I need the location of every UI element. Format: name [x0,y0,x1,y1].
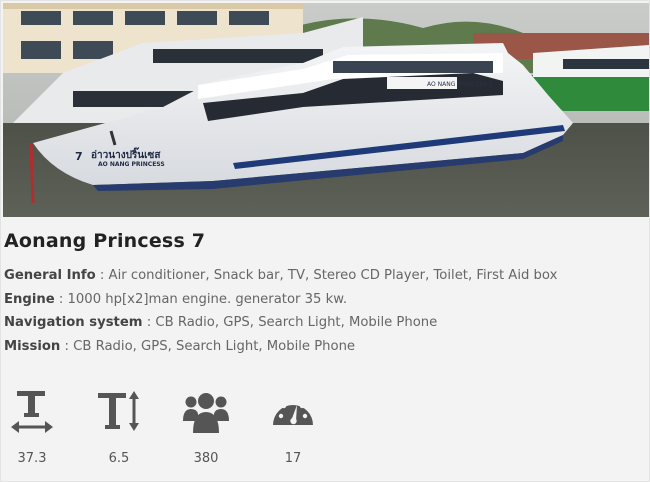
spec-value: : CB Radio, GPS, Search Light, Mobile Ph… [142,315,438,330]
spec-label: General Info [4,268,96,283]
speed-gauge-icon [258,389,328,437]
stats-row: 37.3 6.5 380 17 [1,389,650,479]
length-icon [0,389,67,437]
spec-list: General Info : Air conditioner, Snack ba… [4,266,644,360]
stat-speed-value: 17 [284,451,302,466]
hull-number: 7 [75,150,83,163]
spec-value: : Air conditioner, Snack bar, TV, Stereo… [95,268,558,283]
stat-passengers-value: 380 [193,451,219,466]
spec-general-info: General Info : Air conditioner, Snack ba… [4,266,644,290]
stat-speed: 17 [258,389,328,466]
hull-name-english: AO NANG PRINCESS [98,161,165,168]
stat-height: 6.5 [84,389,154,466]
boat-card: 7 อ่าวนางปริ๊นเซส AO NANG PRINCESS AO NA… [0,0,650,482]
spec-navigation-system: Navigation system : CB Radio, GPS, Searc… [4,313,644,337]
spec-label: Engine [4,291,55,307]
spec-engine: Engine : 1000 hp[x2]man engine. generato… [4,290,644,314]
height-icon [84,389,154,437]
spec-value: : 1000 hp[x2]man engine. generator 35 kw… [54,291,348,307]
stat-length-value: 37.3 [17,451,47,466]
spec-value: : CB Radio, GPS, Search Light, Mobile Ph… [60,338,356,354]
hull-name-thai: อ่าวนางปริ๊นเซส [91,147,161,161]
passengers-icon [171,389,241,437]
stat-height-value: 6.5 [108,451,130,466]
stat-passengers: 380 [171,389,241,466]
stat-length: 37.3 [0,389,67,466]
boat-photo: 7 อ่าวนางปริ๊นเซส AO NANG PRINCESS AO NA… [3,3,649,217]
spec-mission: Mission : CB Radio, GPS, Search Light, M… [4,337,644,361]
spec-label: Navigation system [4,315,143,330]
spec-label: Mission [4,338,61,354]
boat-title: Aonang Princess 7 [4,230,206,252]
boat-name-sign: AO NANG PRINCESS 7 [427,81,493,88]
